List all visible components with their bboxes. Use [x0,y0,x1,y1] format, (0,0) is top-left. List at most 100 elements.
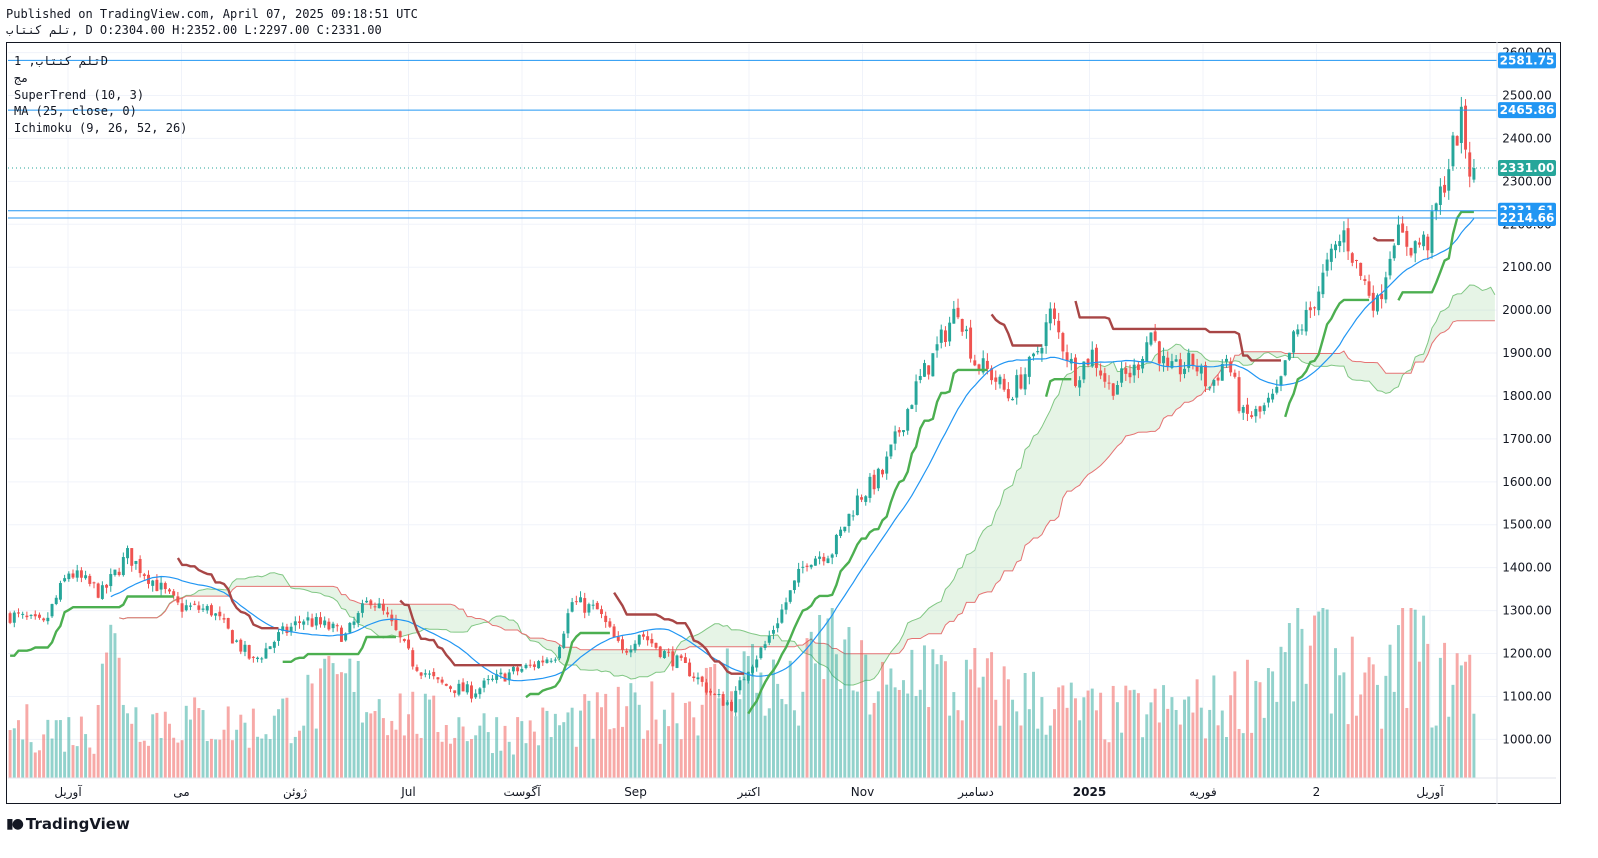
volume-bar [956,710,960,778]
volume-bar [1036,728,1040,778]
candle-body [553,659,557,661]
volume-bar [511,754,515,778]
volume-bar [209,738,213,778]
candle-body [654,642,658,648]
volume-bar [1438,657,1442,778]
candle-body [797,568,801,583]
price-tag-label: 2581.75 [1500,53,1555,67]
x-tick-label: می [173,785,189,799]
x-tick-label: دسامبر [957,785,994,800]
candle-body [721,694,725,706]
volume-bar [935,664,939,778]
candle-body [1275,386,1279,393]
candle-body [302,621,306,625]
volume-bar [339,672,343,778]
volume-bar [889,668,893,778]
candle-body [960,318,964,332]
candle-body [939,329,943,343]
volume-bar [142,740,146,778]
volume-bar [860,640,864,778]
candle-body [751,666,754,673]
legend-supertrend[interactable]: SuperTrend (10, 3) [14,87,187,104]
price-tag-label: 2214.66 [1500,211,1555,225]
tradingview-brand[interactable]: ▮● TradingView [6,815,130,833]
volume-bar [482,713,486,778]
candle-body [251,656,255,658]
legend-ma[interactable]: MA (25, close, 0) [14,103,187,120]
candle-body [247,645,251,659]
candle-body [21,613,25,615]
candle-body [1363,279,1367,282]
candle-body [725,702,729,705]
volume-bar [373,711,377,778]
candle-body [58,583,62,600]
volume-bar [973,648,977,778]
volume-bar [407,714,411,778]
x-tick-label: Nov [851,785,874,799]
candle-body [381,603,385,611]
candle-body [390,614,394,622]
volume-bar [952,692,956,778]
candle-body [1128,372,1132,378]
candle-body [834,534,838,555]
volume-bar [344,673,348,778]
volume-bar [310,683,314,778]
candle-body [822,556,826,562]
candle-body [1313,307,1317,309]
candle-body [1413,241,1417,254]
supertrend-line [1372,236,1395,242]
volume-bar [75,746,79,778]
volume-bar [1124,685,1128,778]
y-tick-label: 1500.00 [1502,518,1552,532]
volume-bar [1371,664,1375,778]
volume-bar [1082,697,1086,778]
volume-bar [201,710,205,778]
volume-bar [432,695,436,778]
y-tick-label: 2000.00 [1502,303,1552,317]
volume-bar [1103,739,1107,778]
legend-ichimoku[interactable]: Ichimoku (9, 26, 52, 26) [14,120,187,137]
candle-body [1304,309,1308,332]
volume-bar [1170,697,1174,778]
candle-body [79,570,83,578]
volume-bar [1417,661,1421,778]
candle-body [474,693,478,698]
volume-bar [696,735,700,778]
candle-body [453,690,457,694]
candle-body [360,603,364,613]
candle-body [671,651,675,667]
volume-bar [822,679,826,778]
candle-body [511,666,515,672]
candle-body [696,677,700,680]
candle-body [1325,259,1329,271]
candle-body [646,636,650,641]
volume-bar [314,728,318,778]
volume-bar [616,686,620,778]
volume-bar [180,740,184,778]
candle-body [931,353,935,377]
volume-bar [17,720,20,778]
candle-body [851,515,855,517]
volume-bar [134,707,138,778]
volume-bar [641,738,645,778]
volume-bar [654,719,658,778]
volume-bar [398,693,402,778]
volume-bar [1237,728,1241,778]
candle-body [1338,241,1342,247]
volume-bar [537,745,541,778]
candle-body [730,701,733,711]
volume-bar [1317,611,1321,778]
price-lines [8,59,1497,219]
candle-body [872,474,876,490]
candle-body [600,609,603,615]
candle-body [272,641,276,648]
candle-body [943,330,947,343]
candle-body [641,634,645,637]
volume-bar [1128,690,1132,778]
candle-body [826,558,830,563]
volume-bar [885,684,889,778]
candle-body [1011,398,1015,401]
price-chart[interactable]: 2600.002500.002400.002300.002200.002100.… [0,0,1598,858]
candle-body [885,456,889,474]
candle-body [17,612,20,614]
